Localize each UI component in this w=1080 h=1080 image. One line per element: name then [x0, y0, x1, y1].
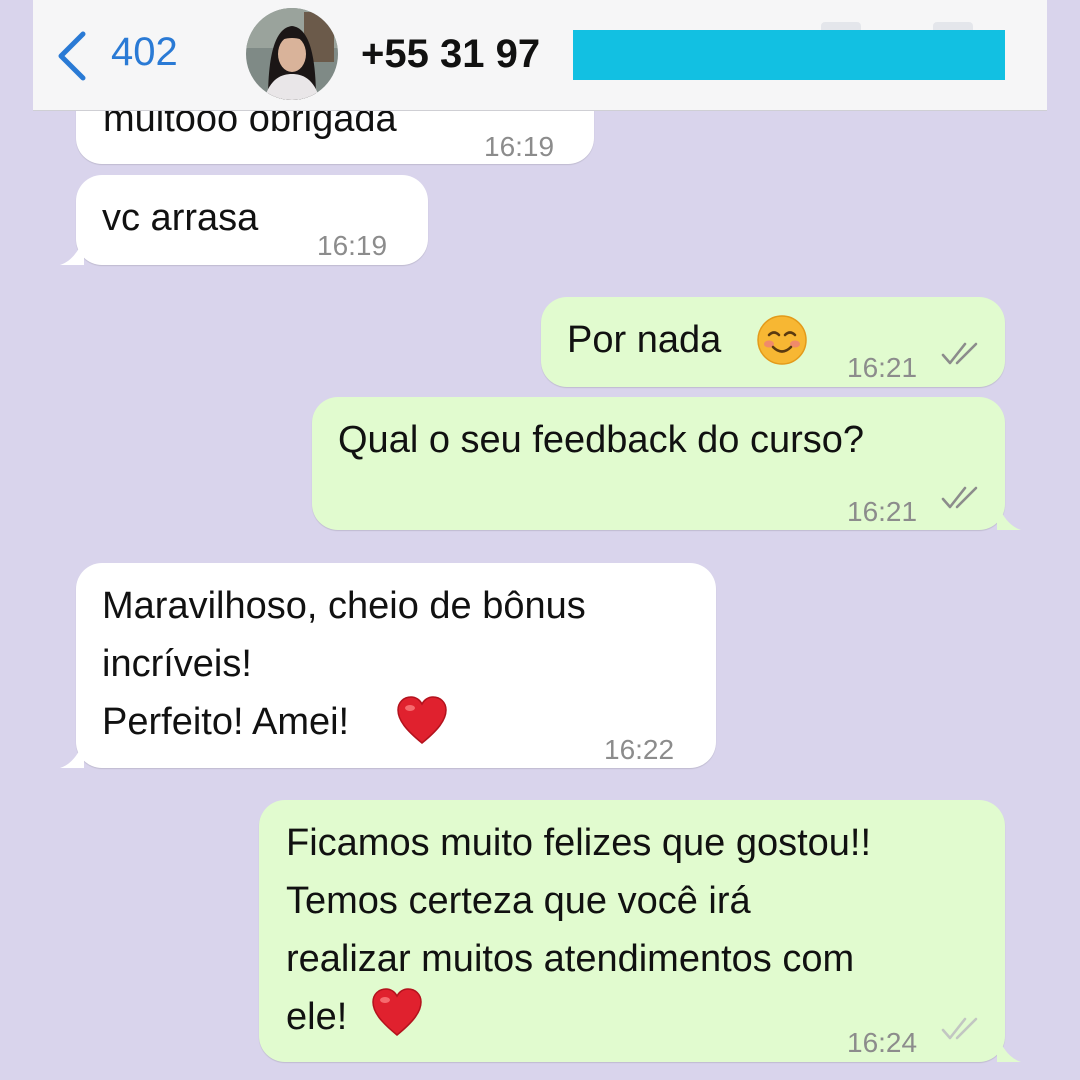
message-bubble-outgoing[interactable]: Qual o seu feedback do curso? 16:21: [312, 397, 1021, 530]
message-time: 16:22: [604, 734, 675, 765]
red-heart-emoji: [372, 988, 422, 1036]
bubble-tail: [60, 239, 84, 265]
message-time: 16:19: [484, 131, 555, 162]
message-time: 16:21: [847, 496, 918, 527]
unread-count: 402: [111, 30, 178, 74]
smiling-face-emoji: [757, 315, 807, 365]
message-bubble-incoming[interactable]: vc arrasa 16:19: [60, 175, 428, 265]
double-check-icon: [941, 1017, 978, 1040]
bubble-tail: [60, 742, 84, 768]
message-text-line: realizar muitos atendimentos com: [286, 938, 855, 980]
back-button[interactable]: 402: [55, 26, 178, 82]
message-text-line: Perfeito! Amei!: [102, 701, 350, 743]
bubble-tail: [997, 504, 1021, 530]
chevron-left-icon: [58, 31, 86, 81]
bubble-tail: [997, 1036, 1021, 1062]
message-time: 16:24: [847, 1027, 918, 1058]
contact-avatar[interactable]: [246, 8, 338, 100]
message-text: Qual o seu feedback do curso?: [338, 419, 865, 461]
message-text-line: Maravilhoso, cheio de bônus: [102, 585, 586, 627]
message-text-line: incríveis!: [102, 643, 252, 685]
chat-header: 402 +55 31 97: [33, 0, 1047, 111]
message-text-line: ele!: [286, 996, 348, 1038]
message-bubble-outgoing[interactable]: Ficamos muito felizes que gostou!! Temos…: [259, 800, 1021, 1062]
red-heart-emoji: [397, 696, 447, 744]
redaction-bar: [573, 30, 1005, 80]
message-text: vc arrasa: [102, 197, 259, 239]
message-text: Por nada: [567, 319, 722, 361]
message-time: 16:19: [317, 230, 388, 261]
message-text-line: Ficamos muito felizes que gostou!!: [286, 822, 872, 864]
contact-name[interactable]: +55 31 97: [361, 32, 540, 77]
message-bubble-outgoing[interactable]: Por nada 16:21: [541, 297, 1005, 387]
double-check-icon: [941, 486, 978, 509]
message-bubble-incoming[interactable]: Maravilhoso, cheio de bônus incríveis! P…: [60, 563, 716, 768]
message-time: 16:21: [847, 352, 918, 383]
message-text-line: Temos certeza que você irá: [286, 880, 751, 922]
double-check-icon: [941, 342, 978, 365]
